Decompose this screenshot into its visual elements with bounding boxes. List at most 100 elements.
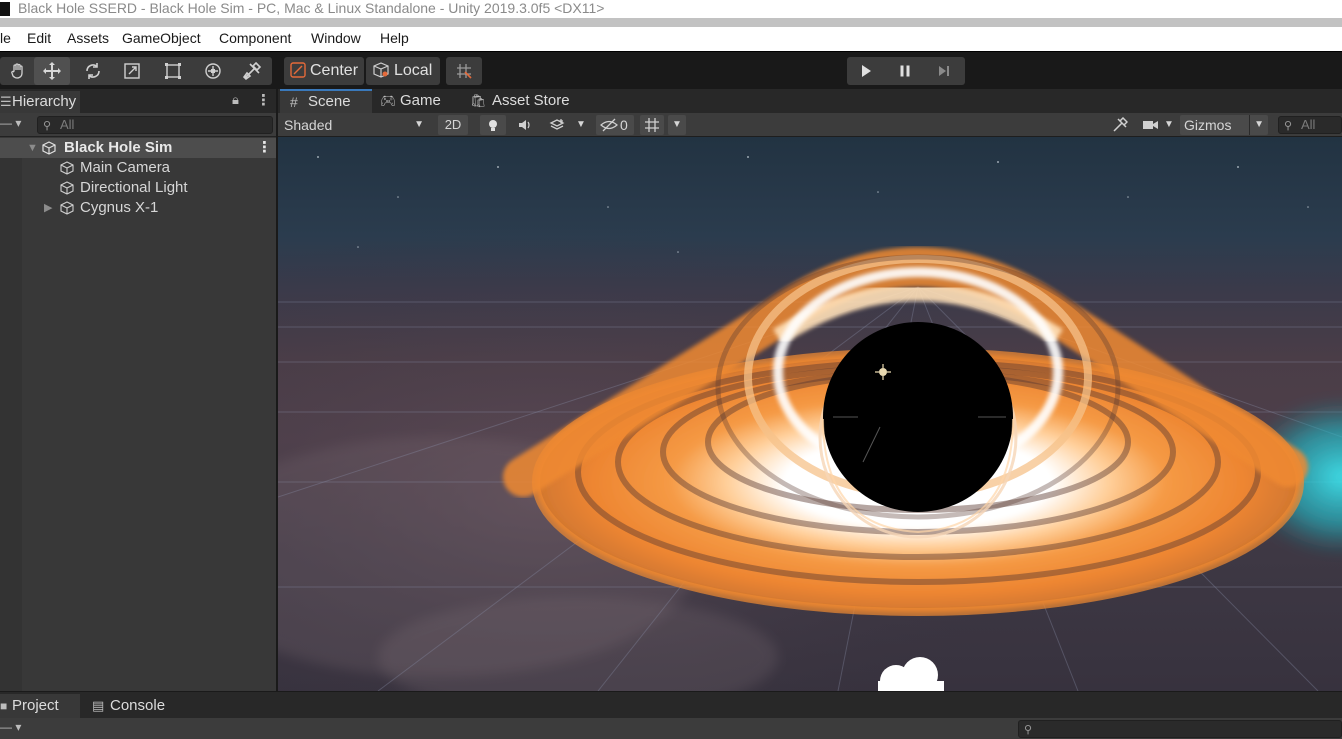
tab-console[interactable]: ▤ Console (92, 694, 182, 718)
expand-arrow-icon[interactable]: ▼ (27, 138, 38, 158)
pivot-rotation-label: Local (394, 62, 433, 79)
tools-settings-icon[interactable] (1108, 115, 1132, 135)
hierarchy-item[interactable]: Directional Light (0, 178, 276, 198)
tab-asset-store[interactable]: 🛍︎ Asset Store (462, 89, 582, 113)
hierarchy-item[interactable]: ▶ Cygnus X-1 (0, 198, 276, 218)
hierarchy-item-label: Cygnus X-1 (80, 199, 159, 216)
hierarchy-tab-label: Hierarchy (12, 93, 77, 110)
pivot-rotation-toggle[interactable]: Local (366, 57, 440, 85)
bottom-tab-bar (0, 692, 1342, 718)
scene-search-input[interactable]: ⚲ All (1278, 116, 1342, 134)
shading-mode-label: Shaded (284, 117, 333, 133)
audio-toggle-icon[interactable] (510, 115, 540, 135)
menu-assets[interactable]: Assets (67, 30, 109, 46)
hierarchy-toolbar: — ▾ ⚲ All (0, 113, 276, 137)
hierarchy-item-label: Main Camera (80, 159, 171, 176)
grid-toggle-icon[interactable] (640, 115, 664, 135)
scene-name: Black Hole Sim (64, 139, 173, 156)
folder-icon: ■ (0, 699, 8, 713)
scene-search-placeholder: All (1301, 117, 1316, 132)
snap-grid-icon[interactable] (446, 57, 482, 85)
playmode-controls (847, 57, 965, 85)
gizmos-dropdown[interactable]: Gizmos ▼ (1180, 115, 1268, 135)
menu-gameobject[interactable]: GameObject (122, 30, 201, 46)
camera-icon (1142, 115, 1160, 137)
console-icon: ▤ (92, 698, 105, 713)
hidden-objects-toggle[interactable]: 0 (596, 115, 634, 135)
scene-viewport[interactable] (278, 137, 1342, 691)
create-dropdown-icon[interactable]: — ▾ (0, 116, 21, 130)
scene-grid-icon: # (290, 94, 298, 110)
lock-icon[interactable]: 🔒︎ (232, 92, 239, 108)
tab-scene-label: Scene (308, 93, 351, 110)
hierarchy-search-input[interactable]: ⚲ All (37, 116, 273, 134)
scene-root-row[interactable]: ▼ Black Hole Sim ⋮ (0, 138, 276, 158)
hierarchy-item[interactable]: Main Camera (0, 158, 276, 178)
grid-dropdown-icon[interactable]: ▼ (668, 115, 686, 135)
menu-help[interactable]: Help (380, 30, 409, 46)
scene-toolbar: Shaded ▼ 2D ▼ 0 ▼ ▼ Gizmos ▼ ⚲ All (278, 113, 1342, 137)
rotate-tool-icon[interactable] (75, 57, 111, 85)
local-cube-icon (372, 61, 390, 82)
tab-asset-store-label: Asset Store (492, 92, 570, 109)
tab-console-label: Console (110, 697, 166, 714)
tab-game[interactable]: 🎮︎ Game (372, 89, 462, 113)
tab-project[interactable]: ■ Project (0, 694, 80, 718)
step-icon[interactable] (925, 57, 963, 85)
scale-tool-icon[interactable] (114, 57, 150, 85)
gameobject-cube-icon (60, 201, 74, 215)
hidden-count: 0 (620, 117, 628, 133)
tab-project-label: Project (12, 697, 59, 714)
shading-mode-dropdown[interactable]: Shaded ▼ (280, 115, 428, 135)
lighting-toggle-icon[interactable] (480, 115, 506, 135)
scene-tab-bar: # Scene 🎮︎ Game 🛍︎ Asset Store (278, 89, 1342, 113)
menu-edit[interactable]: Edit (27, 30, 51, 46)
scene-menu-icon[interactable]: ⋮ (257, 138, 272, 158)
transform-tool-icon[interactable] (195, 57, 231, 85)
hierarchy-panel: ☰ Hierarchy 🔒︎ ⋮ — ▾ ⚲ All ▼ Black Hole … (0, 89, 278, 691)
tab-hierarchy[interactable]: ☰ Hierarchy (0, 91, 80, 113)
search-icon: ⚲ (1284, 120, 1293, 132)
effects-dropdown-icon[interactable]: ▼ (574, 115, 588, 135)
camera-settings-dropdown[interactable]: ▼ (1140, 115, 1176, 135)
window-title-bar: Black Hole SSERD - Black Hole Sim - PC, … (0, 0, 1342, 18)
eye-hidden-icon (600, 115, 618, 138)
hierarchy-search-placeholder: All (60, 117, 75, 132)
chevron-down-icon: ▼ (1249, 115, 1264, 135)
tab-game-label: Game (400, 92, 441, 109)
pause-icon[interactable] (886, 57, 924, 85)
hand-tool-icon[interactable] (0, 57, 36, 85)
pivot-center-icon (290, 61, 306, 81)
pivot-mode-toggle[interactable]: Center (284, 57, 364, 85)
search-icon: ⚲ (1024, 724, 1033, 736)
tree-gutter (0, 138, 22, 691)
chevron-down-icon: ▼ (1164, 119, 1174, 130)
black-hole-render (278, 137, 1342, 691)
window-title: Black Hole SSERD - Black Hole Sim - PC, … (18, 0, 605, 16)
move-tool-icon[interactable] (34, 57, 70, 85)
panel-menu-icon[interactable]: ⋮ (256, 91, 271, 109)
menu-window[interactable]: Window (311, 30, 361, 46)
menu-file[interactable]: le (0, 30, 11, 46)
unity-scene-icon (42, 141, 56, 155)
play-icon[interactable] (847, 57, 885, 85)
hierarchy-item-label: Directional Light (80, 179, 188, 196)
project-search-input[interactable]: ⚲ (1018, 720, 1342, 738)
shopping-bag-icon: 🛍︎ (470, 93, 487, 108)
bottom-panel: ■ Project ▤ Console — ▾ ⚲ (0, 691, 1342, 739)
effects-toggle-icon[interactable] (544, 115, 570, 135)
scene-panel: # Scene 🎮︎ Game 🛍︎ Asset Store Shaded ▼ … (278, 89, 1342, 691)
gameobject-cube-icon (60, 161, 74, 175)
menu-bar: le Edit Assets GameObject Component Wind… (0, 27, 1342, 51)
tab-scene[interactable]: # Scene (280, 89, 372, 113)
project-toolbar: — ▾ ⚲ (0, 718, 1342, 739)
custom-tools-icon[interactable] (234, 57, 270, 85)
collapse-arrow-icon[interactable]: ▶ (44, 198, 52, 218)
rect-tool-icon[interactable] (155, 57, 191, 85)
gameobject-cube-icon (60, 181, 74, 195)
menu-component[interactable]: Component (219, 30, 291, 46)
create-dropdown-icon[interactable]: — ▾ (0, 720, 21, 734)
main-toolbar: Center Local (0, 51, 1342, 89)
search-icon: ⚲ (43, 120, 52, 132)
toggle-2d-button[interactable]: 2D (438, 115, 468, 135)
